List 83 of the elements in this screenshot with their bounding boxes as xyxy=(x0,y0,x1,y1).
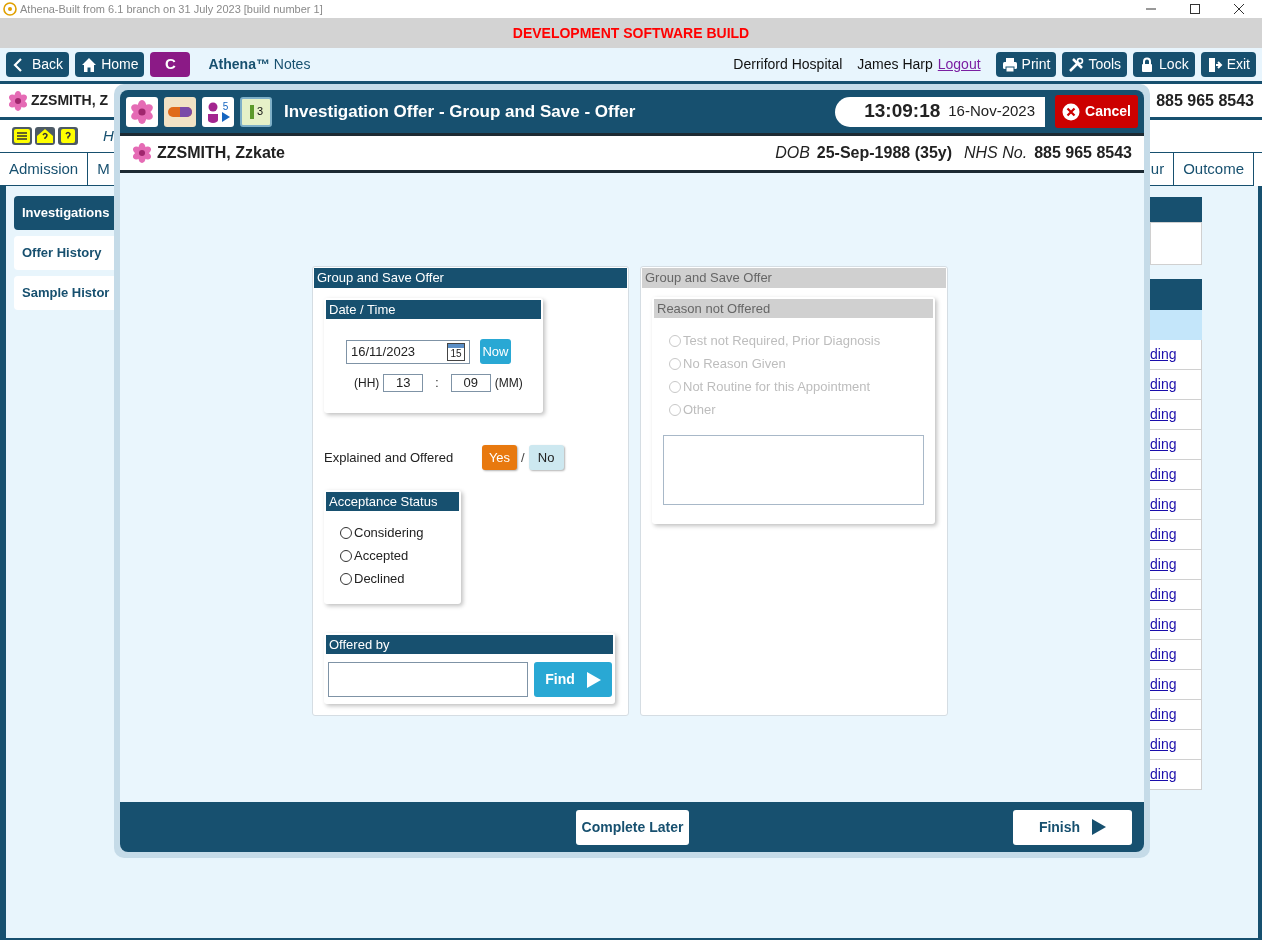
tools-icon xyxy=(1068,56,1085,73)
clock-date: 16-Nov-2023 xyxy=(948,101,1035,122)
printer-icon xyxy=(1001,56,1018,73)
card-title: Date / Time xyxy=(326,300,541,319)
pill-icon xyxy=(167,105,193,118)
flower-icon xyxy=(8,90,28,111)
app-name: Athena™ Notes xyxy=(208,55,311,74)
flower-tile[interactable] xyxy=(126,96,158,127)
user-name: James Harp xyxy=(857,55,933,74)
nhs-number: 885 965 8543 xyxy=(1156,90,1254,111)
finish-button[interactable]: Finish xyxy=(1013,809,1132,845)
maximize-icon xyxy=(1188,3,1202,15)
dob-value: 25-Sep-1988 (35y) xyxy=(816,143,952,163)
flower-icon xyxy=(130,99,154,124)
patient-name: ZZSMITH, Zzkate xyxy=(157,143,285,163)
home-button[interactable]: Home xyxy=(75,52,145,77)
play-icon xyxy=(221,111,230,122)
home-help-icon xyxy=(35,127,55,145)
hour-label: (HH) xyxy=(354,375,380,392)
tab[interactable]: Admission xyxy=(0,153,89,186)
minute-label: (MM) xyxy=(494,375,523,392)
tab[interactable]: Outcome xyxy=(1174,153,1254,186)
radio-option: No Reason Given xyxy=(669,352,933,375)
badge-count: 5 xyxy=(222,101,229,112)
toggle-option[interactable]: No xyxy=(528,445,564,470)
nhs-number: 885 965 8543 xyxy=(1034,143,1132,163)
tools-button[interactable]: Tools xyxy=(1062,52,1128,77)
panel-title: Group and Save Offer xyxy=(642,268,946,288)
app-icon xyxy=(3,2,17,16)
clock-time: 13:09:18 xyxy=(864,99,941,124)
pill-tile[interactable] xyxy=(164,96,196,127)
badge-count: 3 xyxy=(256,104,264,120)
build-warning-title: DEVELOPMENT SOFTWARE BUILD xyxy=(512,23,750,43)
radio-option[interactable]: Considering xyxy=(340,521,459,544)
cancel-button[interactable]: Cancel xyxy=(1055,95,1138,128)
card-title: Acceptance Status xyxy=(326,492,459,511)
flower-icon xyxy=(132,143,152,163)
calendar-icon[interactable]: 15 xyxy=(447,342,465,361)
patient-name: ZZSMITH, Z xyxy=(31,91,108,110)
window-title: Athena-Built from 6.1 branch on 31 July 2023 [build number 1] xyxy=(20,1,323,17)
card-title: Reason not Offered xyxy=(654,299,933,318)
radio-option: Test not Required, Prior Diagnosis xyxy=(669,329,933,352)
play-icon xyxy=(1092,819,1107,835)
close-circle-icon xyxy=(1062,102,1081,121)
nhs-label: NHS No. xyxy=(964,143,1028,163)
exit-button[interactable]: Exit xyxy=(1200,52,1256,77)
lock-button[interactable]: Lock xyxy=(1133,52,1195,77)
back-button[interactable]: Back xyxy=(6,52,70,77)
hour-field[interactable]: 13 xyxy=(383,374,424,392)
dob-label: DOB xyxy=(775,143,810,163)
radio-option[interactable]: Declined xyxy=(340,567,459,590)
person-tile[interactable]: 5 xyxy=(202,96,234,127)
subbar-text: H xyxy=(103,125,114,146)
dialog-title: Investigation Offer - Group and Save - Offer xyxy=(284,100,636,123)
notepad-tile[interactable]: 3 xyxy=(240,96,272,127)
hospital-name: Derriford Hospital xyxy=(733,55,843,74)
letter-button[interactable]: C xyxy=(150,52,191,77)
close-icon xyxy=(1232,3,1246,15)
radio-option: Other xyxy=(669,398,933,421)
radio-option[interactable]: Accepted xyxy=(340,544,459,567)
print-button[interactable]: Print xyxy=(995,52,1057,77)
date-field[interactable]: 16/11/2023 15 xyxy=(346,339,470,364)
offered-by-field[interactable] xyxy=(328,662,528,697)
minute-field[interactable]: 09 xyxy=(450,374,491,392)
play-icon xyxy=(586,671,601,688)
person-icon xyxy=(206,100,221,123)
exit-door-icon xyxy=(1206,56,1223,73)
table-header xyxy=(1150,279,1202,310)
option-separator: / xyxy=(521,448,525,467)
radio-option: Not Routine for this Appointment xyxy=(669,375,933,398)
card-title: Offered by xyxy=(326,635,613,654)
complete-later-button[interactable]: Complete Later xyxy=(576,809,689,845)
notes-help-icon xyxy=(12,127,32,145)
home-icon xyxy=(81,56,98,73)
help-icon xyxy=(58,127,78,145)
explained-label: Explained and Offered xyxy=(324,448,455,467)
time-separator: : xyxy=(435,375,439,392)
table-cell xyxy=(1150,222,1202,265)
table-row xyxy=(1150,310,1202,340)
logout-link[interactable]: Logout xyxy=(937,54,981,75)
panel-title: Group and Save Offer xyxy=(314,268,627,288)
pencil-icon xyxy=(248,102,255,121)
table-header xyxy=(1150,197,1202,222)
